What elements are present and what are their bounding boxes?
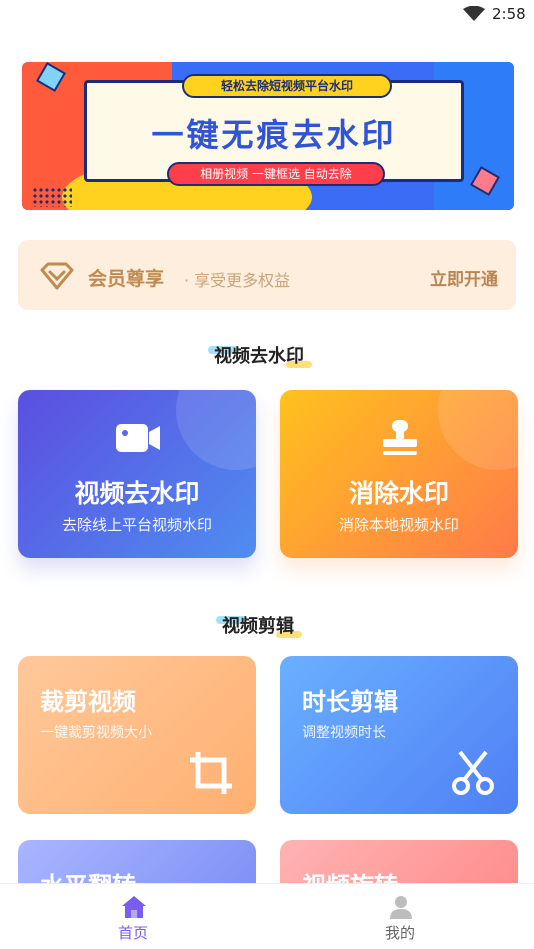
card-label: 裁剪视频 [40, 688, 136, 716]
status-bar: 2:58 [0, 0, 534, 30]
bottom-tab-bar: 首页 我的 [0, 883, 534, 949]
home-icon [122, 896, 146, 918]
crop-icon [190, 752, 232, 794]
vip-open-button[interactable]: 立即开通 [430, 265, 498, 290]
tab-home[interactable]: 首页 [73, 884, 193, 949]
scissors-icon [452, 750, 494, 795]
card-label: 视频去水印 [74, 479, 200, 508]
section-title-editing: 视频剪辑 [216, 612, 302, 638]
user-icon [390, 896, 412, 919]
stamp-icon [383, 420, 417, 455]
card-desc: 消除本地视频水印 [338, 516, 459, 534]
remove-local-watermark-card[interactable]: 消除水印 消除本地视频水印 [280, 390, 518, 558]
card-glow [438, 390, 518, 470]
section-title-text: 视频剪辑 [222, 616, 294, 637]
banner-bottom-tag: 相册视频 一键框选 自动去除 [167, 162, 385, 186]
diamond-icon [40, 262, 74, 290]
banner-dots [32, 187, 72, 207]
tab-mine[interactable]: 我的 [340, 884, 460, 949]
section-title-text: 视频去水印 [214, 346, 304, 367]
section-title-watermark: 视频去水印 [208, 342, 312, 368]
remove-online-watermark-card[interactable]: 视频去水印 去除线上平台视频水印 [18, 390, 256, 558]
vip-bar[interactable]: 会员尊享 · 享受更多权益 立即开通 [18, 240, 516, 310]
vip-title: 会员尊享 [88, 268, 165, 290]
banner-top-tag: 轻松去除短视频平台水印 [182, 74, 392, 98]
card-glow [176, 390, 256, 470]
card-desc: 一键裁剪视频大小 [40, 725, 152, 741]
card-label: 消除水印 [348, 479, 449, 508]
banner-headline: 一键无痕去水印 [151, 116, 397, 154]
card-desc: 去除线上平台视频水印 [61, 516, 212, 534]
card-desc: 调整视频时长 [302, 725, 386, 741]
crop-video-card[interactable]: 裁剪视频 一键裁剪视频大小 [18, 656, 256, 814]
trim-duration-card[interactable]: 时长剪辑 调整视频时长 [280, 656, 518, 814]
card-label: 时长剪辑 [302, 688, 398, 716]
tab-label: 首页 [117, 924, 148, 942]
video-camera-icon [116, 424, 160, 452]
status-time: 2:58 [492, 5, 526, 23]
promo-banner[interactable]: ✕ ✕ 轻松去除短视频平台水印 一键无痕去水印 相册视频 一键框选 自动去除 [22, 62, 514, 210]
wifi-icon [463, 6, 485, 21]
tab-label: 我的 [384, 924, 415, 942]
vip-subtitle: · 享受更多权益 [184, 271, 291, 290]
